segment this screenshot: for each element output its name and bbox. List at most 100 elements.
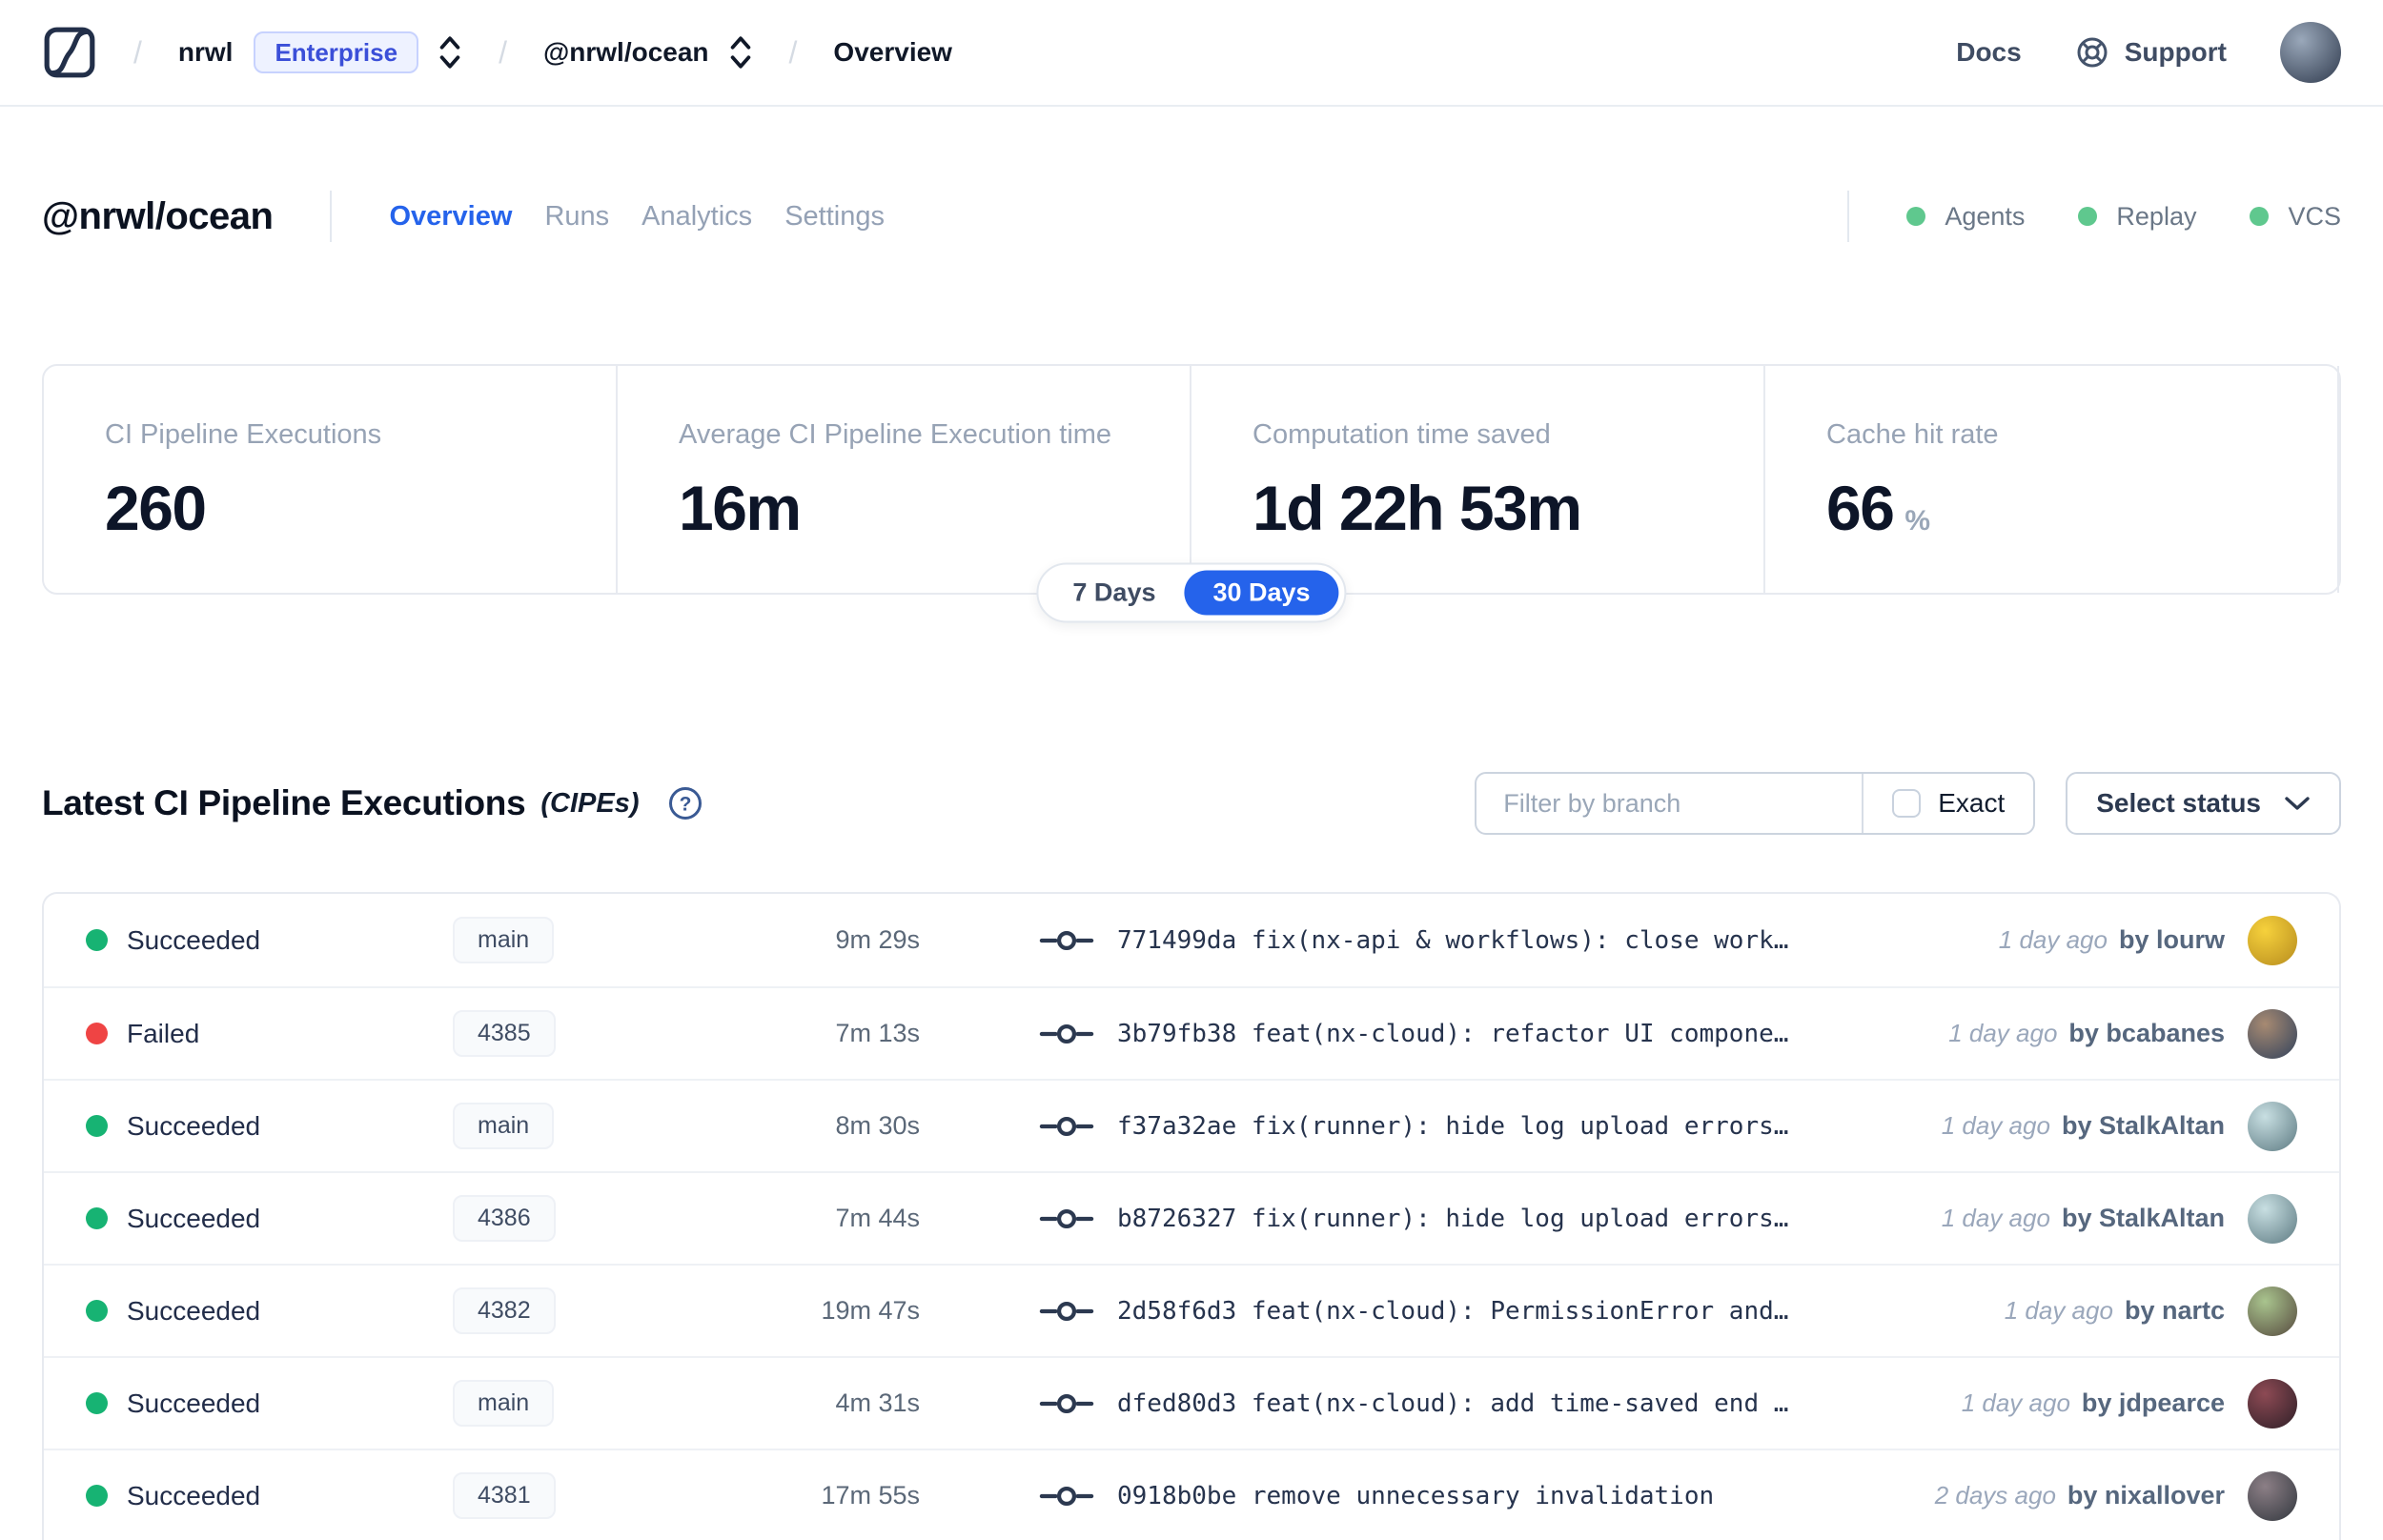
author-name[interactable]: by nixallover [2067,1481,2225,1510]
stat-suffix: % [1904,505,1931,537]
time-ago: 2 days ago [1934,1481,2056,1510]
breadcrumb-separator: / [788,34,798,70]
status-label: Succeeded [127,1388,261,1418]
online-dot-icon [2250,207,2270,226]
branch-badge[interactable]: main [453,1103,555,1149]
date-range-toggle: 7 Days 30 Days [1036,562,1347,623]
exact-match-toggle[interactable]: Exact [1864,774,2033,833]
cipe-branch: 4381 [453,1472,634,1519]
exact-checkbox[interactable] [1892,789,1922,818]
branch-badge[interactable]: main [453,1380,555,1427]
branch-badge[interactable]: 4386 [453,1195,556,1242]
cipe-branch: 4382 [453,1287,634,1334]
cipe-duration: 17m 55s [821,1481,920,1510]
docs-link[interactable]: Docs [1956,37,2021,68]
table-row[interactable]: Succeeded 4381 17m 55s 0918b0be remove unne… [44,1449,2339,1540]
author-avatar [2248,1378,2297,1429]
table-row[interactable]: Succeeded main 4m 31s dfed80d3 feat(nx-clou… [44,1356,2339,1449]
navbar-right: Docs Support [1956,22,2341,83]
status-legend: Agents Replay VCS [1906,202,2341,232]
cipe-commit: f37a32ae fix(runner): hide log upload er… [948,1112,1802,1141]
table-row[interactable]: Succeeded main 9m 29s 771499da fix(nx-api &… [44,894,2339,986]
branch-badge[interactable]: 4382 [453,1287,556,1334]
author-name[interactable]: by StalkAltan [2062,1111,2225,1141]
author-name[interactable]: by StalkAltan [2062,1204,2225,1233]
legend-item-replay[interactable]: Replay [2078,202,2196,232]
legend-item-vcs[interactable]: VCS [2250,202,2341,232]
stat-card: CI Pipeline Executions 260 [44,366,618,593]
author-avatar [2248,1101,2297,1151]
section-title-suffix: (CIPEs) [540,787,640,819]
author-name[interactable]: by nartc [2125,1296,2225,1326]
status-label: Failed [127,1018,200,1048]
cipe-duration: 8m 30s [835,1111,920,1140]
legend-label: Replay [2116,201,2197,231]
cipe-duration: 9m 29s [835,925,920,954]
stat-title: Average CI Pipeline Execution time [679,419,1112,450]
cipe-duration: 19m 47s [821,1296,920,1325]
cipes-header: Latest CI Pipeline Executions (CIPEs) ? … [42,772,2341,835]
cipe-meta: 1 day ago by jdpearce [1802,1378,2297,1429]
git-commit-icon [1039,1023,1094,1045]
branch-filter-group: Exact [1475,772,2036,835]
table-row[interactable]: Failed 4385 7m 13s 3b79fb38 feat(nx-cloud):… [44,986,2339,1079]
branch-filter-input[interactable] [1477,774,1863,833]
author-name[interactable]: by jdpearce [2082,1388,2225,1418]
branch-badge[interactable]: main [453,917,555,963]
legend-label: VCS [2288,201,2341,231]
breadcrumb-page: Overview [833,37,952,67]
table-row[interactable]: Succeeded 4386 7m 44s b8726327 fix(runner):… [44,1171,2339,1264]
tab-settings[interactable]: Settings [784,201,885,233]
tab-overview[interactable]: Overview [389,201,512,233]
cipe-table: Succeeded main 9m 29s 771499da fix(nx-api &… [42,892,2341,1540]
tab-analytics[interactable]: Analytics [642,201,752,233]
branch-badge[interactable]: 4381 [453,1472,556,1519]
section-title: Latest CI Pipeline Executions [42,783,526,822]
online-dot-icon [1906,207,1926,226]
cipe-branch: main [453,1103,634,1149]
cipe-branch: 4386 [453,1195,634,1242]
cipe-meta: 1 day ago by StalkAltan [1802,1193,2297,1244]
workspace-tabs: Overview Runs Analytics Settings [389,201,885,233]
cipe-duration: 4m 31s [835,1388,920,1417]
status-dot-icon [86,1485,108,1507]
stat-value: 16m [679,473,802,543]
status-dot-icon [86,1392,108,1414]
commit-message: f37a32ae fix(runner): hide log upload er… [1117,1111,1802,1141]
user-avatar[interactable] [2280,22,2341,83]
workspace-switcher-chevrons-icon[interactable] [728,32,753,72]
cipe-status: Succeeded [86,1296,453,1327]
breadcrumb-org[interactable]: nrwl [178,37,234,68]
author-name[interactable]: by bcabanes [2068,1019,2225,1048]
range-option-7-days[interactable]: 7 Days [1044,571,1184,616]
cipe-meta: 1 day ago by lourw [1802,915,2297,965]
status-dot-icon [86,1207,108,1229]
tab-runs[interactable]: Runs [544,201,609,233]
table-row[interactable]: Succeeded main 8m 30s f37a32ae fix(runner):… [44,1079,2339,1171]
git-commit-icon [1039,929,1094,952]
legend-item-agents[interactable]: Agents [1906,202,2025,232]
stat-title: CI Pipeline Executions [105,419,382,450]
author-name[interactable]: by lourw [2119,925,2225,955]
range-option-30-days[interactable]: 30 Days [1184,570,1339,616]
time-ago: 1 day ago [1948,1019,2058,1047]
cipe-commit: 2d58f6d3 feat(nx-cloud): PermissionError… [948,1297,1802,1326]
status-select[interactable]: Select status [2066,772,2341,835]
cipe-branch: main [453,917,634,963]
org-switcher-chevrons-icon[interactable] [438,32,462,72]
commit-message: 3b79fb38 feat(nx-cloud): refactor UI com… [1117,1019,1802,1048]
cipe-meta: 2 days ago by nixallover [1802,1470,2297,1521]
status-label: Succeeded [127,924,261,955]
status-dot-icon [86,929,108,951]
help-icon[interactable]: ? [666,784,704,822]
cipe-meta: 1 day ago by StalkAltan [1802,1101,2297,1151]
branch-badge[interactable]: 4385 [453,1010,556,1057]
breadcrumb-workspace[interactable]: @nrwl/ocean [543,37,709,68]
stat-value: 1d 22h 53m [1253,473,1582,543]
lifebuoy-icon [2075,35,2109,70]
nx-cloud-logo-icon[interactable] [42,25,97,80]
git-commit-icon [1039,1392,1094,1415]
support-link[interactable]: Support [2075,35,2227,70]
author-avatar [2248,1470,2297,1521]
table-row[interactable]: Succeeded 4382 19m 47s 2d58f6d3 feat(nx-clo… [44,1264,2339,1356]
